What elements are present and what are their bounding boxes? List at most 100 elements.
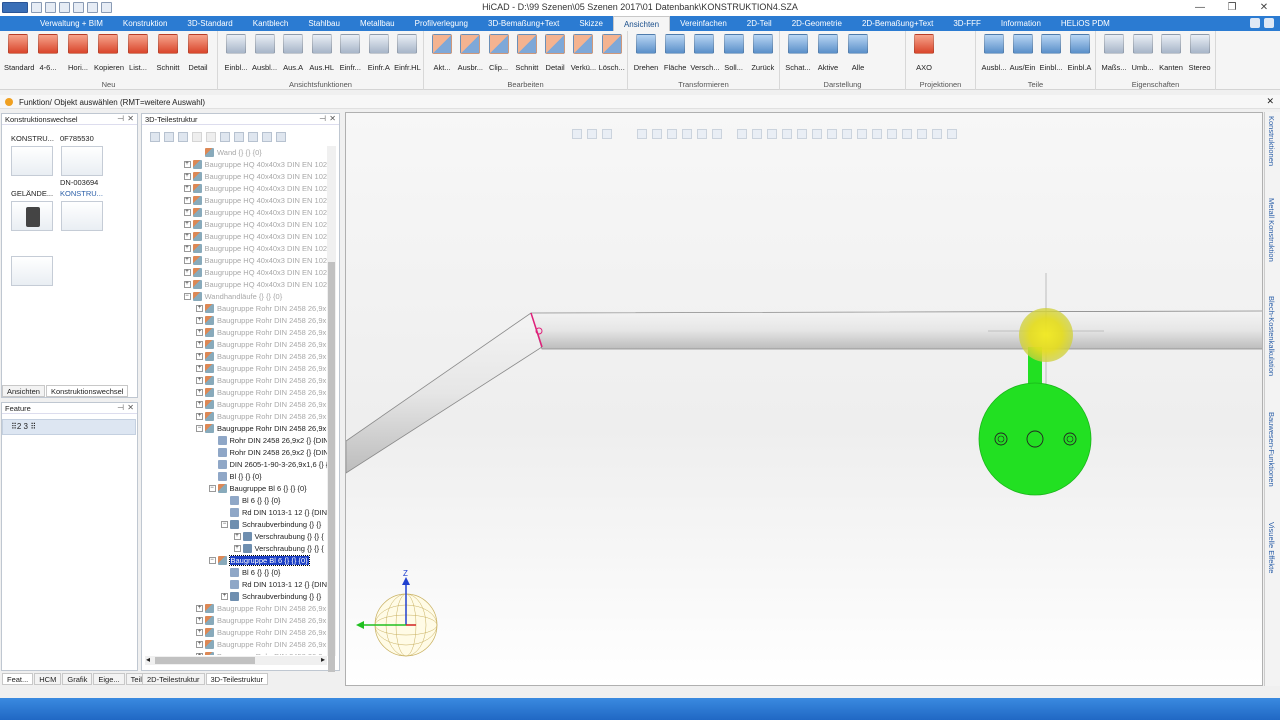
ribbon-button[interactable]: Detail (184, 34, 212, 72)
tab-konstruktionswechsel[interactable]: Konstruktionswechsel (45, 385, 129, 397)
expand-icon[interactable]: + (196, 400, 203, 408)
ribbon-button[interactable]: Schnitt (513, 34, 541, 72)
tab-skizze[interactable]: Skizze (569, 16, 613, 31)
ribbon-button[interactable]: Versch... (690, 34, 720, 72)
expand-icon[interactable]: + (183, 244, 191, 252)
ribbon-button[interactable]: Schnitt (154, 34, 182, 72)
ribbon-button[interactable]: Verkü... (569, 34, 597, 72)
tree-row[interactable]: + Schraubverbindung {} {} (221, 590, 321, 602)
tree-row[interactable]: + Baugruppe Rohr DIN 2458 26,9x (196, 302, 326, 314)
level-3-icon[interactable] (262, 132, 272, 142)
pipe-diagonal[interactable] (346, 312, 543, 474)
feature-toolbar[interactable]: ⠿2 3 ⠿ (2, 419, 136, 435)
pin-icon[interactable]: ⊣ (117, 114, 124, 123)
tree-row[interactable]: Rd DIN 1013-1 12 {} {DIN (221, 506, 327, 518)
tab-konstruktion[interactable]: Konstruktion (113, 16, 177, 31)
ribbon-button[interactable]: Schat... (784, 34, 812, 72)
expand-icon[interactable]: + (183, 220, 191, 228)
konstruktion-thumbnail[interactable] (61, 201, 103, 231)
panel-close-button[interactable]: ✕ (127, 114, 134, 123)
side-tab[interactable]: Konstruktionen (1267, 116, 1276, 166)
tree-row[interactable]: + Baugruppe HQ 40x40x3 DIN EN 102 (183, 278, 327, 290)
tree-row[interactable]: − Baugruppe Bl 6 {} {} {0} (208, 554, 310, 566)
ribbon-button[interactable]: Akt... (428, 34, 456, 72)
expand-icon[interactable]: + (196, 604, 203, 612)
collapse-icon[interactable]: − (196, 424, 203, 432)
expand-icon[interactable]: + (196, 376, 203, 384)
tree-row[interactable]: + Baugruppe HQ 40x40x3 DIN EN 102 (183, 254, 327, 266)
level-1-icon[interactable] (234, 132, 244, 142)
expand-icon[interactable]: + (196, 364, 203, 372)
status-close-button[interactable]: ✕ (1266, 96, 1274, 107)
panel-close-button[interactable]: ✕ (329, 114, 336, 123)
tree-row[interactable]: DIN 2605-1-90-3-26,9x1,6 {} { (209, 458, 328, 470)
tree-row[interactable]: + Verschraubung {} {} { (233, 542, 324, 554)
expand-icon[interactable]: + (221, 592, 228, 600)
tree-row[interactable]: Bl 6 {} {} {0} (221, 494, 280, 506)
side-tab[interactable]: Metall Konstruktion (1267, 198, 1276, 262)
ribbon-button[interactable]: Einfr.HL (393, 34, 421, 72)
tab-stahlbau[interactable]: Stahlbau (298, 16, 350, 31)
tree-row[interactable]: + Baugruppe Rohr DIN 2458 26,9x (196, 362, 326, 374)
tree-tool-icon[interactable] (150, 132, 160, 142)
ribbon-button[interactable]: Ausbl... (251, 34, 279, 72)
ribbon-button[interactable]: List... (124, 34, 152, 72)
ribbon-button[interactable]: Detail (541, 34, 569, 72)
ribbon-button[interactable]: Fläche (661, 34, 689, 72)
tab-helios-pdm[interactable]: HELiOS PDM (1051, 16, 1120, 31)
tree-row[interactable]: + Baugruppe Rohr DIN 2458 26,9x (196, 386, 326, 398)
ribbon-button[interactable]: Clip... (485, 34, 513, 72)
tree-vertical-scrollbar[interactable] (327, 146, 336, 672)
expand-icon[interactable]: + (183, 160, 191, 168)
axis-globe-icon[interactable] (356, 577, 438, 657)
tree-row[interactable]: Bl 6 {} {} {0} (221, 566, 280, 578)
bottom-tab[interactable]: 3D-Teilestruktur (205, 673, 269, 685)
expand-icon[interactable]: + (196, 412, 203, 420)
tab-information[interactable]: Information (991, 16, 1051, 31)
tree-row[interactable]: + Baugruppe HQ 40x40x3 DIN EN 102 (183, 170, 327, 182)
tree-row[interactable]: + Baugruppe HQ 40x40x3 DIN EN 102 (183, 194, 327, 206)
tree-row[interactable]: − Baugruppe Bl 6 {} {} {0} (208, 482, 307, 494)
tab-ansichten[interactable]: Ansichten (612, 16, 671, 31)
tree-row[interactable]: − Baugruppe Rohr DIN 2458 26,9x (196, 422, 326, 434)
restore-button[interactable]: ❐ (1216, 0, 1248, 16)
ribbon-button[interactable]: Alle (844, 34, 872, 72)
ribbon-button[interactable]: Standard (4, 34, 34, 72)
ribbon-button[interactable]: Kanten (1157, 34, 1185, 72)
tree-tool-icon[interactable] (220, 132, 230, 142)
bottom-tab[interactable]: 2D-Teilestruktur (142, 673, 205, 685)
scroll-left-arrow[interactable]: ◂ (146, 655, 150, 664)
bottom-tab[interactable]: Grafik (62, 673, 93, 685)
tab-3d-standard[interactable]: 3D-Standard (177, 16, 242, 31)
tab-3d-bema-ung-text[interactable]: 3D-Bemaßung+Text (478, 16, 569, 31)
tree-row[interactable]: + Baugruppe HQ 40x40x3 DIN EN 102 (183, 218, 327, 230)
ribbon-button[interactable]: Maßs... (1100, 34, 1128, 72)
ribbon-button[interactable]: AXO (910, 34, 938, 72)
ribbon-button[interactable]: Kopieren (94, 34, 124, 72)
ribbon-button[interactable]: Einbl... (1037, 34, 1065, 72)
ribbon-button[interactable]: Aus.A (279, 34, 307, 72)
sort-icon[interactable] (276, 132, 286, 142)
tree-row[interactable]: + Baugruppe Rohr DIN 2458 26,9x (196, 338, 326, 350)
round-plate[interactable] (978, 382, 1092, 496)
konstruktion-thumbnail[interactable] (11, 146, 53, 176)
konstruktion-thumbnail[interactable] (61, 146, 103, 176)
tree-tool-icon[interactable] (206, 132, 216, 142)
bottom-tab[interactable]: Eige... (93, 673, 125, 685)
ribbon-button[interactable]: Umb... (1129, 34, 1157, 72)
tree-row[interactable]: + Baugruppe HQ 40x40x3 DIN EN 102 (183, 206, 327, 218)
expand-icon[interactable]: + (233, 532, 241, 540)
tab-2d-bema-ung-text[interactable]: 2D-Bemaßung+Text (852, 16, 943, 31)
ribbon-button[interactable]: Aus.HL (308, 34, 336, 72)
tree-row[interactable]: + Verschraubung {} {} { (233, 530, 324, 542)
tree-row[interactable]: + Baugruppe Rohr DIN 2458 26,9x (196, 398, 326, 410)
ribbon-button[interactable]: Hori... (64, 34, 92, 72)
tab-3d-fff[interactable]: 3D-FFF (943, 16, 991, 31)
expand-icon[interactable]: + (196, 352, 203, 360)
tab-profilverlegung[interactable]: Profilverlegung (405, 16, 478, 31)
collapse-icon[interactable]: − (208, 556, 216, 564)
expand-icon[interactable]: + (196, 388, 203, 396)
cut-icon[interactable] (164, 132, 174, 142)
bottom-tab[interactable]: HCM (34, 673, 62, 685)
copy-icon[interactable] (178, 132, 188, 142)
